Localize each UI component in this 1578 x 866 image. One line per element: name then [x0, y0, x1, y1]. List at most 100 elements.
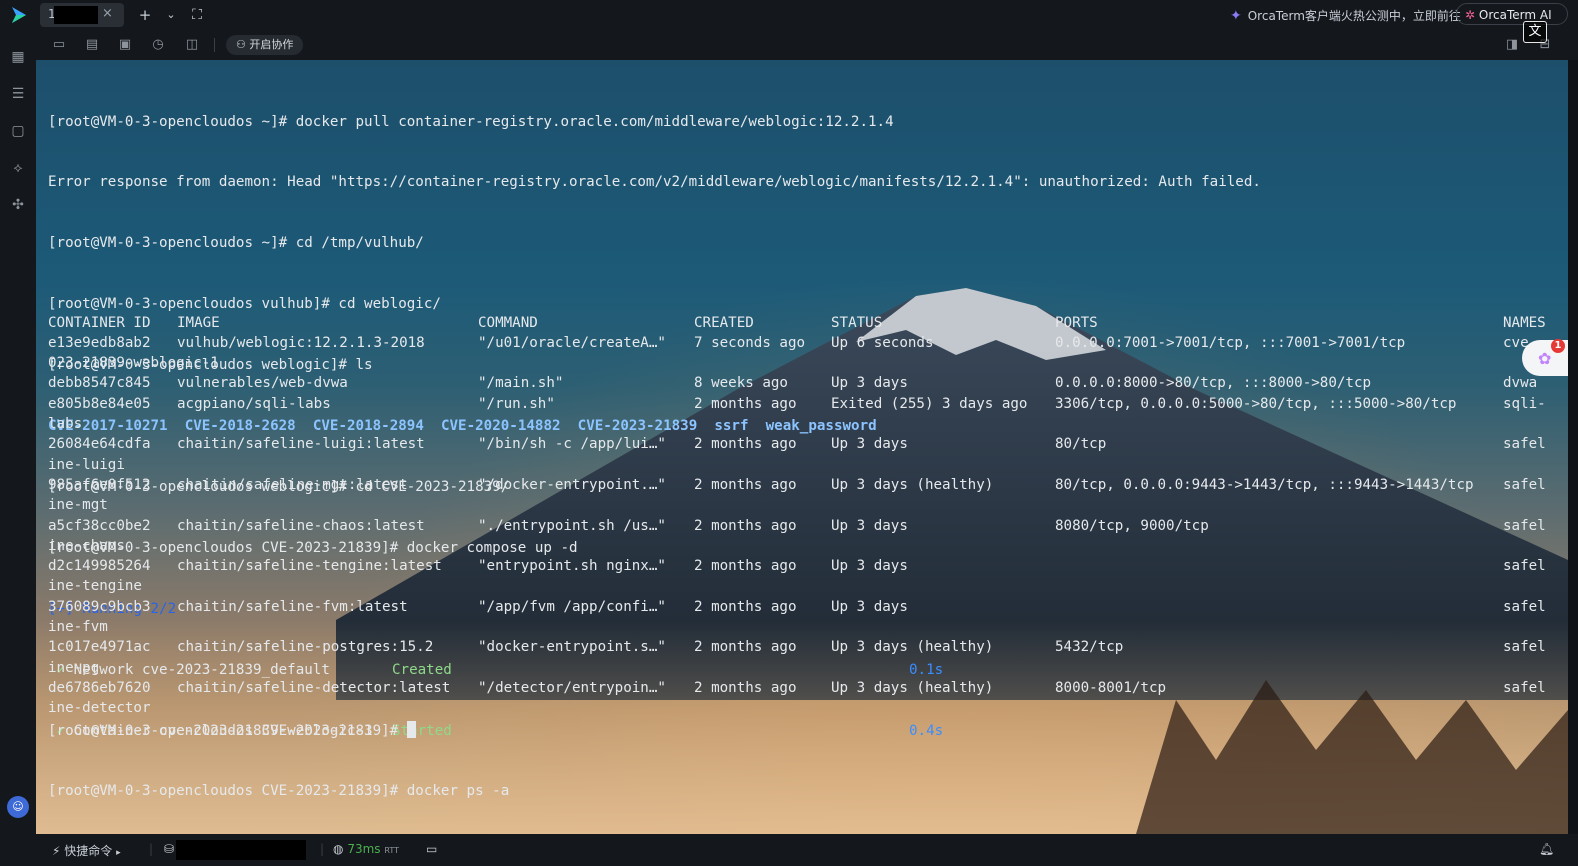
terminal-line: [root@VM-0-3-opencloudos CVE-2023-21839]… — [48, 539, 578, 556]
table-cell-status: Up 3 days — [831, 436, 908, 453]
promo-text: OrcaTerm客户端火热公测中，立即前往 — [1247, 9, 1461, 23]
column-header: CONTAINER ID — [48, 314, 151, 331]
ls-entry: ssrf — [714, 418, 749, 435]
table-cell-ports: 5432/tcp — [1055, 639, 1124, 656]
collaborate-button[interactable]: ⚇ 开启协作 — [226, 35, 304, 55]
table-cell-command: "/docker-entrypoint.…" — [478, 476, 666, 493]
column-header: COMMAND — [478, 314, 538, 331]
assistant-icon: ✿ — [1538, 349, 1552, 368]
fullscreen-icon[interactable]: ⛶ — [187, 5, 207, 25]
table-cell-id: 985af6e0f512 — [48, 476, 151, 493]
table-cell-image: chaitin/safeline-fvm:latest — [177, 598, 408, 615]
table-cell-image: chaitin/safeline-tengine:latest — [177, 558, 442, 575]
sparkle-icon: ✦ — [1230, 7, 1242, 24]
tab-title-redacted — [54, 6, 98, 24]
table-cell-command: "/detector/entrypoin…" — [478, 679, 666, 696]
table-cell-name-continued: ine-detector — [48, 700, 151, 717]
table-cell-status: Up 3 days — [831, 517, 908, 534]
compose-item-time: 0.4s — [909, 722, 944, 739]
ls-entry: weak_password — [765, 418, 877, 435]
table-cell-status: Up 3 days — [831, 558, 908, 575]
close-tab-icon[interactable]: × — [102, 6, 113, 21]
terminal-area[interactable]: [root@VM-0-3-opencloudos ~]# docker pull… — [36, 60, 1568, 834]
table-cell-name-continued: 023-21839-weblogic-1 — [48, 355, 219, 372]
table-cell-name: safel — [1503, 639, 1546, 656]
terminal-tab[interactable]: 1 × — [40, 3, 124, 27]
table-cell-image: acgpiano/sqli-labs — [177, 395, 331, 412]
chevron-down-icon[interactable]: ⌄ — [161, 5, 181, 25]
table-cell-image: vulnerables/web-dvwa — [177, 375, 348, 392]
table-cell-name: safel — [1503, 679, 1546, 696]
table-cell-ports: 80/tcp — [1055, 436, 1107, 453]
table-cell-id: debb8547c845 — [48, 375, 151, 392]
table-cell-status: Up 3 days (healthy) — [831, 679, 994, 696]
ai-label: OrcaTerm AI — [1478, 8, 1552, 22]
latency-unit: RTT — [384, 846, 399, 855]
table-cell-command: "/main.sh" — [478, 375, 564, 392]
dashboard-grid-icon[interactable]: ▦ — [9, 48, 27, 66]
table-cell-ports: 8000-8001/tcp — [1055, 679, 1167, 696]
column-header: CREATED — [694, 314, 754, 331]
status-divider: | — [320, 842, 325, 856]
column-header: PORTS — [1055, 314, 1098, 331]
table-cell-id: e13e9edb8ab2 — [48, 334, 151, 351]
terminal-line: [root@VM-0-3-opencloudos ~]# cd /tmp/vul… — [48, 235, 424, 252]
table-cell-status: Up 6 seconds — [831, 334, 934, 351]
table-cell-image: chaitin/safeline-chaos:latest — [177, 517, 425, 534]
table-cell-id: d2c149985264 — [48, 558, 151, 575]
lightning-icon: ⚡ — [52, 844, 61, 858]
translate-icon[interactable]: 文 — [1523, 21, 1547, 43]
plugin-puzzle-icon[interactable]: ✣ — [9, 196, 27, 214]
ls-entry: CVE-2018-2894 — [312, 418, 424, 435]
file-transfer-icon[interactable]: ▤ — [83, 36, 101, 54]
vault-icon[interactable]: ▢ — [9, 122, 27, 140]
split-view-icon[interactable]: ◨ — [1503, 36, 1521, 54]
table-cell-command: "/u01/oracle/createA…" — [478, 334, 666, 351]
terminal-line: [root@VM-0-3-opencloudos vulhub]# cd web… — [48, 296, 441, 313]
promo-banner[interactable]: ✦ OrcaTerm客户端火热公测中，立即前往 — [1230, 7, 1461, 24]
server-list-icon[interactable]: ☰ — [9, 85, 27, 103]
host-icon: ⛁ — [164, 842, 175, 856]
table-cell-status: Exited (255) 3 days ago — [831, 395, 1028, 412]
folder-icon[interactable]: ▭ — [50, 36, 68, 54]
monitor-icon[interactable]: ▭ — [426, 842, 437, 856]
compose-item: ✓ Network cve-2023-21839_default Created 0… — [48, 660, 1261, 680]
toolbar-divider — [214, 38, 215, 52]
image-icon[interactable]: ▣ — [116, 36, 134, 54]
table-cell-image: chaitin/safeline-postgres:15.2 — [177, 639, 434, 656]
table-cell-name: safel — [1503, 558, 1546, 575]
clipboard-settings-icon[interactable]: ◫ — [183, 36, 201, 54]
terminal-output: [root@VM-0-3-opencloudos ~]# docker pull… — [48, 71, 1261, 834]
title-bar: 1 × + ⌄ ⛶ ✦ OrcaTerm客户端火热公测中，立即前往 ✲ Orca… — [0, 0, 1578, 30]
status-divider: | — [149, 842, 154, 856]
latency-value: 73ms — [347, 842, 381, 856]
terminal-scrollbar[interactable] — [1568, 60, 1578, 834]
table-cell-command: "/app/fvm /app/confi…" — [478, 598, 666, 615]
table-cell-name: safel — [1503, 436, 1546, 453]
table-cell-name: safel — [1503, 598, 1546, 615]
table-cell-created: 2 months ago — [694, 517, 797, 534]
table-cell-id: 1c017e4971ac — [48, 639, 151, 656]
network-nodes-icon[interactable]: ⟡ — [9, 159, 27, 177]
terminal-cursor — [406, 721, 416, 738]
table-cell-status: Up 3 days (healthy) — [831, 639, 994, 656]
quick-command-button[interactable]: ⚡ 快捷命令 ▸ — [52, 842, 121, 859]
new-tab-button[interactable]: + — [135, 5, 155, 25]
table-cell-created: 7 seconds ago — [694, 334, 806, 351]
orcaterm-ai-button[interactable]: ✲ OrcaTerm AI — [1456, 3, 1568, 25]
column-header: STATUS — [831, 314, 883, 331]
table-cell-name: sqli- — [1503, 395, 1546, 412]
table-cell-name: safel — [1503, 517, 1546, 534]
hostname-redacted — [176, 840, 306, 860]
user-avatar[interactable]: ☺ — [7, 796, 29, 818]
history-icon[interactable]: ◷ — [149, 36, 167, 54]
bell-icon[interactable]: 🔔︎ — [1539, 842, 1554, 856]
terminal-line: [root@VM-0-3-opencloudos weblogic]# ls — [48, 357, 373, 374]
table-cell-name-continued: ine-luigi — [48, 456, 125, 473]
table-cell-status: Up 3 days — [831, 598, 908, 615]
toolbar: ▭ ▤ ▣ ◷ ◫ ⚇ 开启协作 ◨ ⊟ — [36, 30, 1578, 60]
table-cell-name-continued: ine-pg — [48, 659, 100, 676]
sidebar: ▦ ☰ ▢ ⟡ ✣ — [0, 30, 36, 836]
table-cell-command: "./entrypoint.sh /us…" — [478, 517, 666, 534]
table-cell-name: safel — [1503, 476, 1546, 493]
